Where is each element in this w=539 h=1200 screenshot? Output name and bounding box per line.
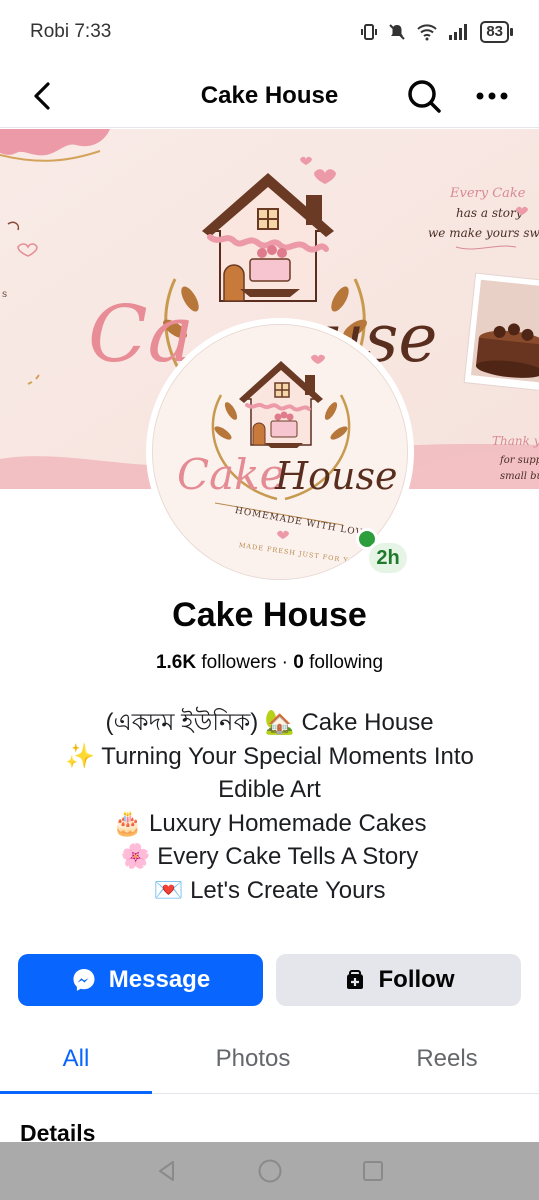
message-button-label: Message [108,966,211,993]
follow-button-label: Follow [378,966,455,993]
status-time: Robi 7:33 [30,21,112,42]
app-header: Cake House [0,64,539,128]
svg-text:House: House [274,454,397,498]
bio-intro: (একদম ইউনিক) 🏡 Cake House ✨ Turning Your… [0,706,539,908]
svg-text:Cake: Cake [177,450,284,499]
system-nav-bar [0,1142,539,1200]
messenger-icon [73,969,95,991]
followers-count[interactable]: 1.6K [156,652,196,673]
wifi-icon [417,24,438,41]
bio-line: 🎂 Luxury Homemade Cakes [112,809,427,837]
bio-line: 💌 Let's Create Yours [153,876,386,904]
chevron-left-icon [34,82,50,110]
svg-text:s: s [2,289,7,300]
follow-icon [346,970,363,989]
svg-text:for suppo: for suppo [499,455,539,466]
message-button[interactable]: Message [18,954,263,1006]
following-label: following [303,652,384,673]
svg-text:Thank y: Thank y [492,434,539,448]
bio-line: 🌸 Every Cake Tells A Story [120,843,419,871]
svg-text:small bus: small bus [500,471,539,482]
bio-line: ✨ Turning Your Special Moments Into [65,742,474,770]
following-count[interactable]: 0 [293,652,304,673]
follow-stats: 1.6K followers · 0 following [0,652,539,674]
back-button[interactable] [22,76,62,116]
more-options-button[interactable] [470,74,514,118]
search-button[interactable] [402,74,446,118]
bio-line: Edible Art [218,776,321,804]
follow-button[interactable]: Follow [276,954,521,1006]
tab-all[interactable]: All [0,1026,152,1094]
bio-line: (একদম ইউনিক) 🏡 Cake House [105,709,434,736]
nav-home-icon[interactable] [257,1158,283,1184]
svg-text:we make yours swe: we make yours swe [428,226,539,240]
followers-label: followers · [196,652,294,673]
battery-indicator: 83 [480,21,513,43]
nav-back-icon[interactable] [155,1159,179,1183]
signal-icon [449,24,468,40]
tab-photos[interactable]: Photos [178,1026,328,1092]
search-icon [408,80,441,113]
profile-name: Cake House [172,596,367,634]
nav-recents-icon[interactable] [361,1159,385,1183]
svg-text:has a story: has a story [456,206,523,220]
page-title: Cake House [200,81,339,109]
tab-reels[interactable]: Reels [392,1026,502,1092]
vibrate-icon [361,24,378,40]
active-time-badge: 2h [366,540,410,576]
svg-text:Every Cake: Every Cake [449,186,526,201]
mute-icon [389,24,406,40]
more-dots-icon [476,92,508,100]
profile-tabs: All Photos Reels [0,1026,539,1094]
status-bar: Robi 7:33 83 [0,0,539,64]
status-icons: 83 [360,21,513,43]
